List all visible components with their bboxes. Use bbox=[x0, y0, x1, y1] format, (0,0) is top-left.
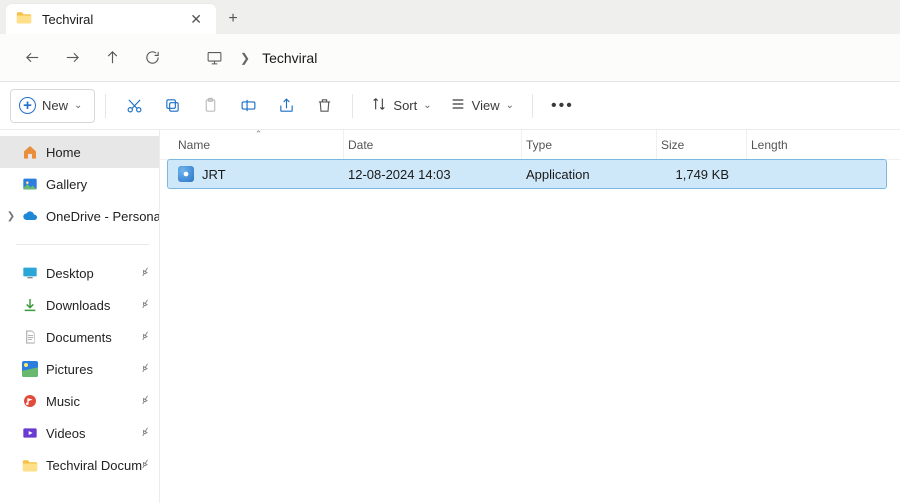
file-date-cell: 12-08-2024 14:03 bbox=[344, 167, 522, 182]
plus-icon: + bbox=[19, 97, 36, 114]
videos-icon bbox=[22, 425, 38, 441]
file-size-cell: 1,749 KB bbox=[657, 167, 747, 182]
sidebar-home-label: Home bbox=[46, 145, 81, 160]
toolbar-separator bbox=[532, 94, 533, 118]
sidebar-item-pictures[interactable]: Pictures bbox=[0, 353, 159, 385]
sidebar-music-label: Music bbox=[46, 394, 80, 409]
paste-button[interactable] bbox=[192, 89, 228, 123]
toolbar-separator bbox=[105, 94, 106, 118]
copy-button[interactable] bbox=[154, 89, 190, 123]
tab-strip: Techviral ✕ + bbox=[0, 0, 900, 34]
command-toolbar: + New ⌄ Sort ⌄ View ⌄ ••• bbox=[0, 82, 900, 130]
view-icon bbox=[450, 96, 466, 115]
gallery-icon bbox=[22, 176, 38, 192]
pin-icon bbox=[139, 394, 151, 409]
new-tab-button[interactable]: + bbox=[216, 4, 250, 34]
sort-button[interactable]: Sort ⌄ bbox=[363, 89, 439, 123]
pictures-icon bbox=[22, 361, 38, 377]
column-headers: ⌃ Name Date Type Size Length bbox=[160, 130, 900, 160]
sidebar-item-techviral-docs[interactable]: Techviral Docum bbox=[0, 449, 159, 481]
sidebar-gallery-label: Gallery bbox=[46, 177, 87, 192]
column-size-label: Size bbox=[661, 138, 684, 152]
column-type-label: Type bbox=[526, 138, 552, 152]
desktop-icon bbox=[22, 265, 38, 281]
breadcrumb-current[interactable]: Techviral bbox=[258, 50, 321, 66]
file-row[interactable]: JRT 12-08-2024 14:03 Application 1,749 K… bbox=[168, 160, 886, 188]
sidebar-item-desktop[interactable]: Desktop bbox=[0, 257, 159, 289]
sidebar: Home Gallery ❯ OneDrive - Persona Deskto… bbox=[0, 130, 160, 503]
tab-title: Techviral bbox=[42, 12, 186, 27]
column-type[interactable]: Type bbox=[522, 130, 657, 159]
pin-icon bbox=[139, 426, 151, 441]
sort-asc-icon: ⌃ bbox=[255, 129, 263, 140]
sidebar-onedrive-label: OneDrive - Persona bbox=[46, 209, 160, 224]
column-name-label: Name bbox=[178, 138, 210, 152]
file-name: JRT bbox=[202, 167, 226, 182]
file-type-cell: Application bbox=[522, 167, 657, 182]
sidebar-videos-label: Videos bbox=[46, 426, 86, 441]
sort-icon bbox=[371, 96, 387, 115]
pin-icon bbox=[139, 458, 151, 473]
sidebar-documents-label: Documents bbox=[46, 330, 112, 345]
view-label: View bbox=[472, 98, 500, 113]
share-button[interactable] bbox=[268, 89, 304, 123]
chevron-down-icon: ⌄ bbox=[506, 100, 514, 111]
sidebar-techviral-label: Techviral Docum bbox=[46, 458, 142, 473]
delete-button[interactable] bbox=[306, 89, 342, 123]
pin-icon bbox=[139, 266, 151, 281]
pin-icon bbox=[139, 298, 151, 313]
tab-techviral[interactable]: Techviral ✕ bbox=[6, 4, 216, 34]
sort-label: Sort bbox=[393, 98, 417, 113]
pin-icon bbox=[139, 362, 151, 377]
application-icon bbox=[178, 166, 194, 182]
file-list: ⌃ Name Date Type Size Length JRT 12-08-2… bbox=[160, 130, 900, 503]
sidebar-item-music[interactable]: Music bbox=[0, 385, 159, 417]
refresh-button[interactable] bbox=[134, 40, 170, 76]
new-label: New bbox=[42, 98, 68, 113]
sidebar-item-home[interactable]: Home bbox=[0, 136, 159, 168]
chevron-down-icon: ⌄ bbox=[74, 100, 82, 111]
sidebar-divider bbox=[16, 244, 149, 245]
music-icon bbox=[22, 393, 38, 409]
cut-button[interactable] bbox=[116, 89, 152, 123]
body: Home Gallery ❯ OneDrive - Persona Deskto… bbox=[0, 130, 900, 503]
toolbar-separator bbox=[352, 94, 353, 118]
pin-icon bbox=[139, 330, 151, 345]
this-pc-icon[interactable] bbox=[196, 40, 232, 76]
column-date[interactable]: Date bbox=[344, 130, 522, 159]
file-name-cell: JRT bbox=[174, 166, 344, 182]
rename-button[interactable] bbox=[230, 89, 266, 123]
column-size[interactable]: Size bbox=[657, 130, 747, 159]
sidebar-desktop-label: Desktop bbox=[46, 266, 94, 281]
folder-icon bbox=[22, 457, 38, 473]
sidebar-item-gallery[interactable]: Gallery bbox=[0, 168, 159, 200]
column-name[interactable]: ⌃ Name bbox=[174, 130, 344, 159]
chevron-down-icon: ⌄ bbox=[423, 100, 431, 111]
sidebar-item-documents[interactable]: Documents bbox=[0, 321, 159, 353]
up-button[interactable] bbox=[94, 40, 130, 76]
view-button[interactable]: View ⌄ bbox=[442, 89, 522, 123]
more-button[interactable]: ••• bbox=[543, 89, 582, 123]
column-date-label: Date bbox=[348, 138, 373, 152]
breadcrumb-sep-icon: ❯ bbox=[236, 51, 254, 65]
close-tab-button[interactable]: ✕ bbox=[186, 8, 206, 30]
home-icon bbox=[22, 144, 38, 160]
folder-icon bbox=[16, 11, 32, 27]
back-button[interactable] bbox=[14, 40, 50, 76]
column-length-label: Length bbox=[751, 138, 788, 152]
documents-icon bbox=[22, 329, 38, 345]
sidebar-downloads-label: Downloads bbox=[46, 298, 110, 313]
forward-button[interactable] bbox=[54, 40, 90, 76]
navigation-bar: ❯ Techviral bbox=[0, 34, 900, 82]
downloads-icon bbox=[22, 297, 38, 313]
chevron-right-icon[interactable]: ❯ bbox=[4, 211, 18, 222]
column-length[interactable]: Length bbox=[747, 130, 877, 159]
new-button[interactable]: + New ⌄ bbox=[10, 89, 95, 123]
sidebar-item-downloads[interactable]: Downloads bbox=[0, 289, 159, 321]
onedrive-icon bbox=[22, 208, 38, 224]
sidebar-item-videos[interactable]: Videos bbox=[0, 417, 159, 449]
sidebar-item-onedrive[interactable]: ❯ OneDrive - Persona bbox=[0, 200, 159, 232]
sidebar-pictures-label: Pictures bbox=[46, 362, 93, 377]
